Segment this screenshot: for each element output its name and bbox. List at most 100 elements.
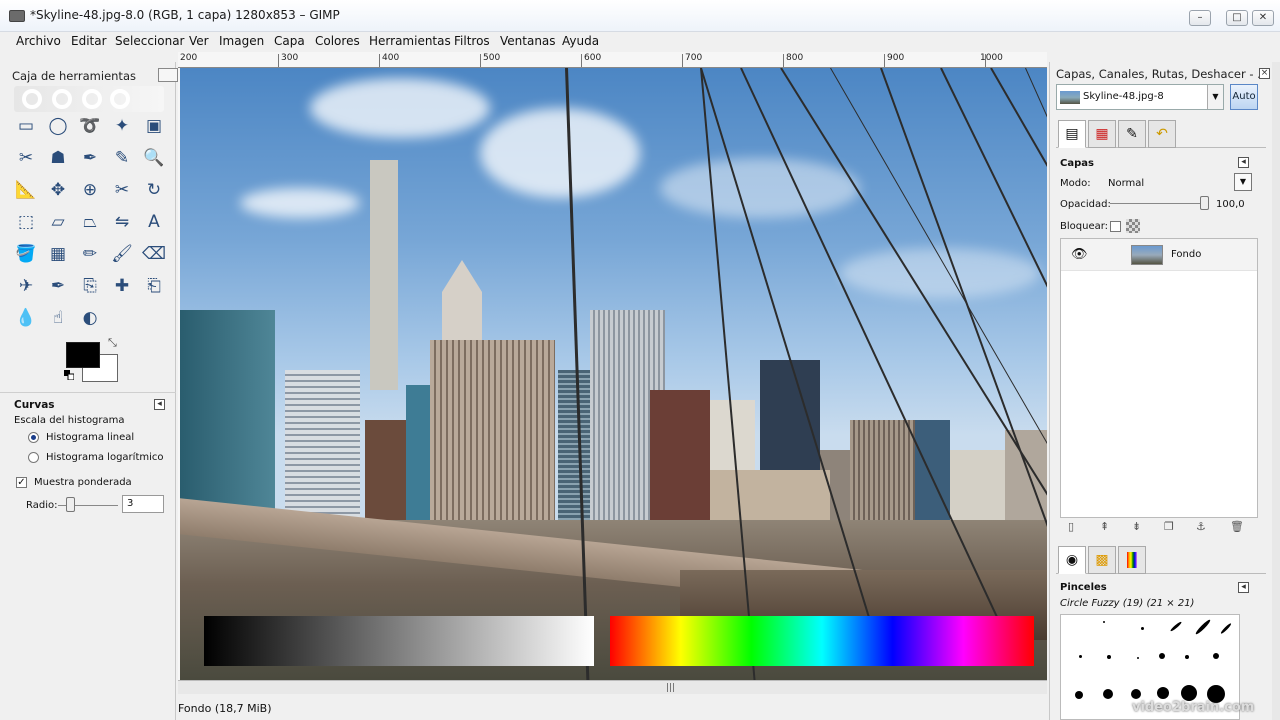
maximize-button[interactable]: □ [1226, 10, 1248, 26]
horizontal-ruler[interactable]: 200 300 400 500 600 700 800 900 1000 [178, 52, 1047, 68]
new-layer-icon[interactable]: ▯ [1068, 520, 1074, 533]
move-tool-icon[interactable]: ✥ [44, 176, 72, 204]
heal-tool-icon[interactable]: ✚ [108, 272, 136, 300]
free-select-tool-icon[interactable]: ➰ [76, 112, 104, 140]
paintbrush-tool-icon[interactable]: 🖌 [108, 240, 136, 268]
color-picker-tool-icon[interactable]: ✎ [108, 144, 136, 172]
tool-options-title: Curvas [14, 399, 55, 411]
eraser-tool-icon[interactable]: ⌫ [140, 240, 168, 268]
weighted-sample-checkbox[interactable]: ✓ [16, 477, 27, 488]
text-tool-icon[interactable]: A [140, 208, 168, 236]
layers-panel-menu-icon[interactable]: ◂ [1238, 157, 1249, 168]
chevron-down-icon[interactable]: ▼ [1234, 173, 1252, 191]
duplicate-layer-icon[interactable]: ❐ [1164, 520, 1174, 533]
blend-tool-icon[interactable]: ▦ [44, 240, 72, 268]
opacity-value[interactable]: 100,0 [1216, 199, 1245, 210]
fg-bg-color-widget[interactable]: ⤡ [64, 336, 120, 384]
align-tool-icon[interactable]: ⊕ [76, 176, 104, 204]
ruler-label: 1000 [980, 53, 1003, 63]
lock-alpha-icon[interactable] [1126, 219, 1140, 233]
paths-tool-icon[interactable]: ✒ [76, 144, 104, 172]
measure-tool-icon[interactable]: 📐 [12, 176, 40, 204]
image-window: 200 300 400 500 600 700 800 900 1000 |||… [178, 52, 1047, 720]
dock-close-icon[interactable]: × [1259, 68, 1270, 79]
visibility-eye-icon[interactable]: 👁 [1071, 247, 1088, 262]
radius-slider-handle[interactable] [66, 497, 75, 512]
shear-tool-icon[interactable]: ▱ [44, 208, 72, 236]
tool-options-menu-icon[interactable]: ◂ [154, 399, 165, 410]
menu-imagen[interactable]: Imagen [219, 34, 264, 48]
undo-icon: ↶ [1156, 126, 1168, 142]
ruler-corner [158, 68, 178, 82]
mode-label: Modo: [1060, 178, 1091, 189]
zoom-tool-icon[interactable]: 🔍 [140, 144, 168, 172]
clone-tool-icon[interactable]: ⎘ [76, 272, 104, 300]
radius-spinner[interactable]: 3 [122, 495, 164, 513]
tab-layers[interactable]: ▤ [1058, 120, 1086, 148]
menu-colores[interactable]: Colores [315, 34, 360, 48]
menu-seleccionar[interactable]: Seleccionar [115, 34, 184, 48]
opacity-slider[interactable] [1110, 203, 1204, 204]
dodge-burn-tool-icon[interactable]: ◐ [76, 304, 104, 332]
airbrush-tool-icon[interactable]: ✈ [12, 272, 40, 300]
chevron-down-icon[interactable]: ▼ [1207, 85, 1223, 109]
reset-colors-icon[interactable] [64, 370, 75, 381]
menu-herramientas[interactable]: Herramientas [369, 34, 451, 48]
auto-button[interactable]: Auto [1230, 84, 1258, 110]
foreground-select-tool-icon[interactable]: ☗ [44, 144, 72, 172]
horizontal-scrollbar[interactable]: ||| [178, 680, 1047, 694]
anchor-layer-icon[interactable]: ⚓ [1196, 520, 1206, 533]
bucket-fill-tool-icon[interactable]: 🪣 [12, 240, 40, 268]
scroll-grip-icon[interactable]: ||| [666, 683, 675, 693]
menu-editar[interactable]: Editar [71, 34, 107, 48]
minimize-button[interactable]: – [1189, 10, 1211, 26]
status-text: Fondo (18,7 MiB) [178, 702, 272, 715]
scale-tool-icon[interactable]: ⬚ [12, 208, 40, 236]
image-canvas[interactable] [180, 68, 1047, 680]
swap-colors-icon[interactable]: ⤡ [108, 336, 117, 350]
smudge-tool-icon[interactable]: ☝ [44, 304, 72, 332]
mode-select[interactable]: Normal ▼ [1104, 173, 1252, 193]
menu-ver[interactable]: Ver [189, 34, 209, 48]
menu-capa[interactable]: Capa [274, 34, 305, 48]
layer-thumbnail [1131, 245, 1163, 265]
lock-pixels-checkbox[interactable] [1110, 221, 1121, 232]
scissors-select-tool-icon[interactable]: ✂ [12, 144, 40, 172]
raise-layer-icon[interactable]: ⇞ [1100, 520, 1109, 533]
color-select-tool-icon[interactable]: ▣ [140, 112, 168, 140]
rotate-tool-icon[interactable]: ↻ [140, 176, 168, 204]
tab-paths[interactable]: ✎ [1118, 120, 1146, 148]
right-scrollbar[interactable] [1272, 62, 1280, 720]
image-selector[interactable]: Skyline-48.jpg-8 ▼ [1056, 84, 1224, 110]
tab-channels[interactable]: ▦ [1088, 120, 1116, 148]
layers-icon: ▤ [1065, 126, 1079, 142]
ruler-label: 600 [584, 53, 602, 63]
menu-ayuda[interactable]: Ayuda [562, 34, 599, 48]
tab-undo[interactable]: ↶ [1148, 120, 1176, 148]
delete-layer-icon[interactable]: 🗑 [1230, 520, 1244, 533]
lower-layer-icon[interactable]: ⇟ [1132, 520, 1141, 533]
foreground-color-swatch[interactable] [66, 342, 100, 368]
menu-archivo[interactable]: Archivo [16, 34, 61, 48]
layer-row[interactable]: 👁 Fondo [1061, 239, 1257, 271]
image-thumbnail [1060, 91, 1080, 104]
brushes-panel-menu-icon[interactable]: ◂ [1238, 582, 1249, 593]
perspective-tool-icon[interactable]: ⏢ [76, 208, 104, 236]
perspective-clone-tool-icon[interactable]: ⎗ [140, 272, 168, 300]
crop-tool-icon[interactable]: ✂ [108, 176, 136, 204]
ellipse-select-tool-icon[interactable]: ◯ [44, 112, 72, 140]
opacity-slider-handle[interactable] [1200, 196, 1209, 210]
fuzzy-select-tool-icon[interactable]: ✦ [108, 112, 136, 140]
menu-ventanas[interactable]: Ventanas [500, 34, 556, 48]
radio-linear-indicator[interactable] [28, 432, 39, 443]
ink-tool-icon[interactable]: ✒ [44, 272, 72, 300]
flip-tool-icon[interactable]: ⇋ [108, 208, 136, 236]
paths-icon: ✎ [1126, 126, 1138, 142]
radio-log-indicator[interactable] [28, 452, 39, 463]
blur-tool-icon[interactable]: 💧 [12, 304, 40, 332]
ruler-label: 400 [382, 53, 400, 63]
rect-select-tool-icon[interactable]: ▭ [12, 112, 40, 140]
menu-filtros[interactable]: Filtros [454, 34, 490, 48]
pencil-tool-icon[interactable]: ✏ [76, 240, 104, 268]
close-button[interactable]: ✕ [1252, 10, 1274, 26]
